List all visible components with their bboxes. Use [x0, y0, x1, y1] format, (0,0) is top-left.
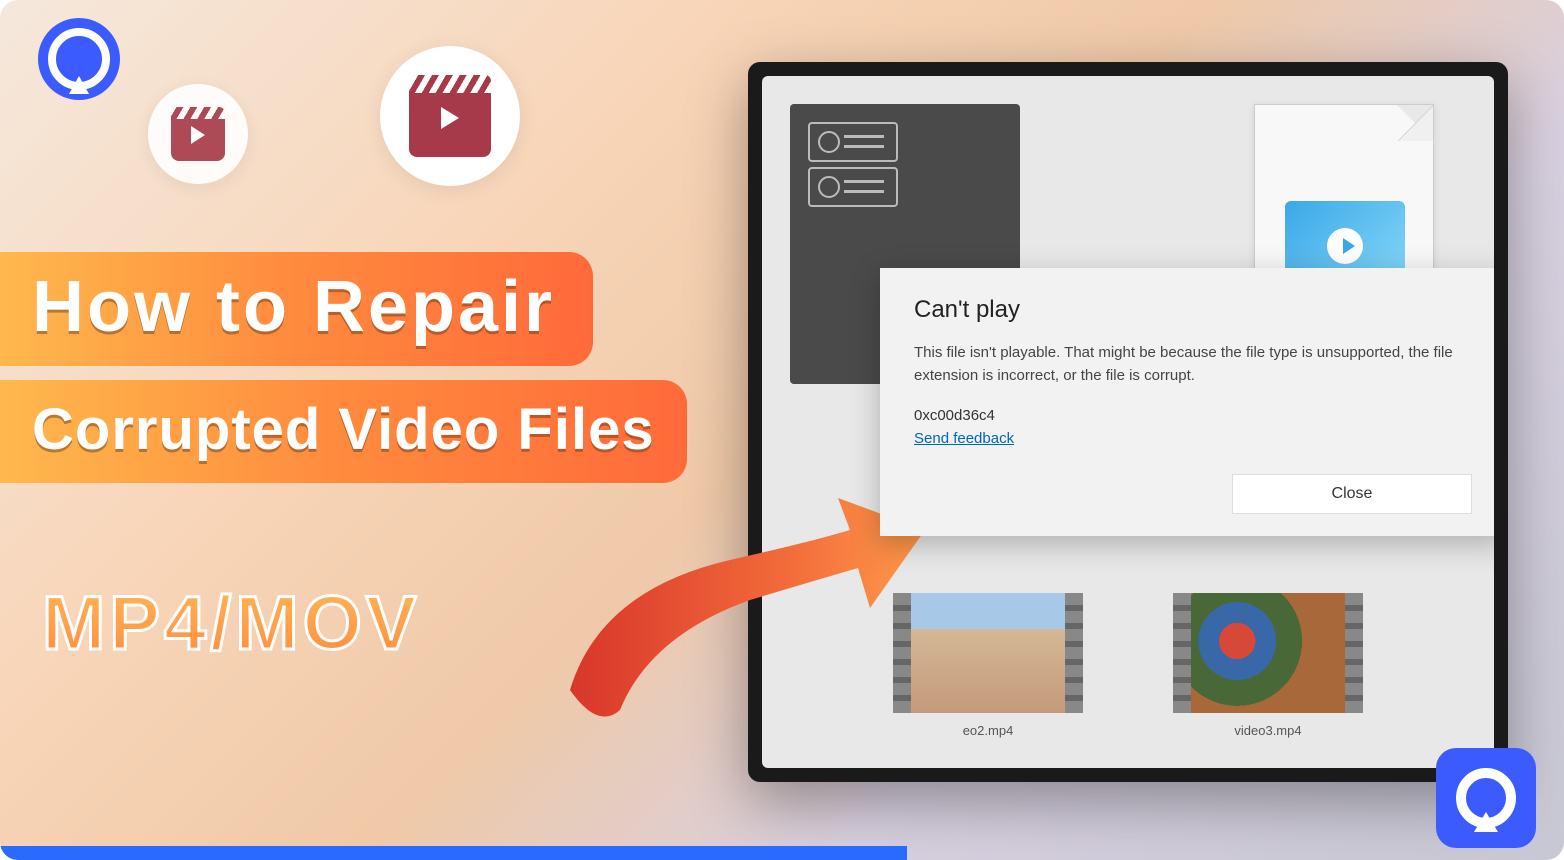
video-thumbnail[interactable]: video3.mp4 — [1173, 593, 1363, 738]
brand-logo-top-left — [38, 18, 120, 100]
arrow-icon — [550, 490, 930, 730]
brand-logo-bottom-right — [1436, 748, 1536, 848]
contact-card-icon — [808, 167, 898, 207]
close-button[interactable]: Close — [1232, 474, 1472, 514]
thumbnail-canvas: How to Repair Corrupted Video Files MP4/… — [0, 0, 1564, 860]
error-dialog: Can't play This file isn't playable. Tha… — [880, 268, 1494, 536]
title-block: How to Repair Corrupted Video Files — [0, 252, 687, 483]
contact-card-icon — [808, 122, 898, 162]
send-feedback-link[interactable]: Send feedback — [914, 430, 1014, 447]
title-line-2: Corrupted Video Files — [0, 380, 687, 483]
dialog-body: This file isn't playable. That might be … — [914, 342, 1472, 387]
clapper-icon-large — [380, 46, 520, 186]
error-code: 0xc00d36c4 — [914, 407, 1472, 424]
video-progress-bar[interactable] — [0, 846, 907, 860]
dialog-heading: Can't play — [914, 296, 1472, 324]
clapper-icon-small — [148, 84, 248, 184]
thumb-filename: video3.mp4 — [1173, 723, 1363, 738]
subtitle-formats: MP4/MOV — [42, 580, 421, 667]
title-line-1: How to Repair — [0, 252, 593, 366]
